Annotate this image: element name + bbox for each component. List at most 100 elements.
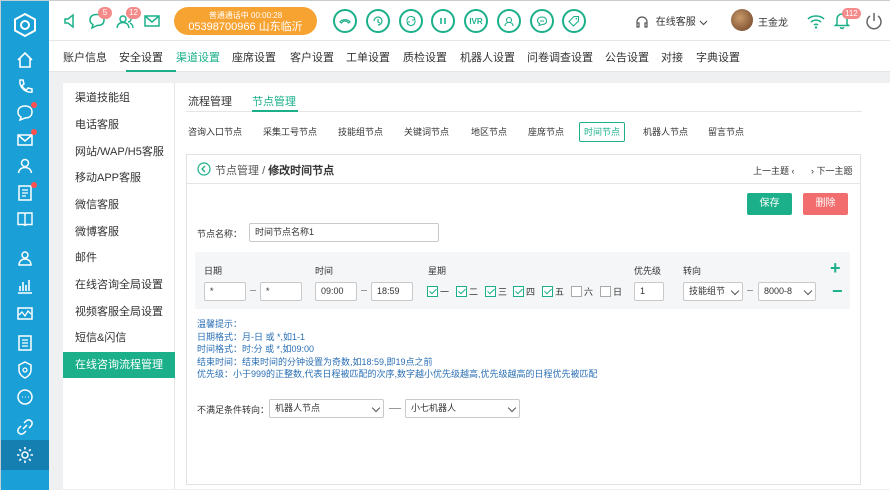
power-icon[interactable]: [864, 11, 884, 31]
call-status-box[interactable]: 普通通话中 00:00:28 05398700966 山东临沂: [174, 7, 317, 35]
weekday-tue[interactable]: 二: [456, 285, 478, 298]
menu-notice[interactable]: 公告设置: [605, 49, 649, 65]
menu-robot[interactable]: 机器人设置: [460, 49, 515, 65]
node-tab-entry[interactable]: 咨询入口节点: [184, 122, 246, 142]
checkbox[interactable]: [571, 286, 582, 297]
transfer-icon[interactable]: [399, 9, 423, 33]
fallback-target-select[interactable]: 小七机器人: [405, 399, 520, 418]
weekday-sun[interactable]: 日: [600, 285, 622, 298]
fallback-type-select[interactable]: 机器人节点: [269, 399, 384, 418]
weekday-wed[interactable]: 三: [485, 285, 507, 298]
sidebar-item-wechat[interactable]: 微信客服: [63, 192, 175, 218]
agent-status-dropdown[interactable]: 在线客服: [635, 13, 708, 29]
date-to-input[interactable]: *: [260, 282, 302, 301]
weekday-fri[interactable]: 五: [542, 285, 564, 298]
checkbox[interactable]: [427, 286, 438, 297]
breadcrumb-parent[interactable]: 节点管理: [215, 165, 259, 177]
next-topic-link[interactable]: › 下一主题: [811, 164, 853, 177]
sidebar-item-skill-group[interactable]: 渠道技能组: [63, 85, 175, 111]
tab-node-management[interactable]: 节点管理: [252, 93, 296, 109]
menu-ticket[interactable]: 工单设置: [346, 49, 390, 65]
route-target-select[interactable]: 8000-8: [758, 282, 816, 301]
checkbox[interactable]: [542, 286, 553, 297]
link-icon[interactable]: [11, 415, 39, 439]
sidebar-item-email[interactable]: 邮件: [63, 245, 175, 271]
node-name-input[interactable]: 时间节点名称1: [249, 223, 439, 242]
back-arrow-icon[interactable]: [197, 162, 211, 176]
checkbox[interactable]: [600, 286, 611, 297]
hexagon-logo[interactable]: [13, 13, 37, 37]
prev-topic-link[interactable]: 上一主题 ‹: [753, 164, 795, 177]
user-name[interactable]: 王金龙: [758, 14, 788, 29]
list-icon[interactable]: [11, 331, 39, 355]
users-icon[interactable]: 12: [113, 7, 141, 33]
monitor-icon[interactable]: [11, 302, 39, 326]
contacts-icon[interactable]: [11, 246, 39, 270]
node-tab-robot[interactable]: 机器人节点: [639, 122, 692, 142]
sidebar-item-online-global[interactable]: 在线咨询全局设置: [63, 272, 175, 298]
node-tab-region[interactable]: 地区节点: [467, 122, 511, 142]
sidebar-item-web[interactable]: 网站/WAP/H5客服: [63, 139, 175, 165]
add-rule-icon[interactable]: +: [830, 259, 841, 277]
notification-bell[interactable]: 112: [832, 8, 861, 32]
mail-icon[interactable]: [140, 9, 164, 33]
checkbox[interactable]: [456, 286, 467, 297]
home-icon[interactable]: [11, 48, 39, 72]
weekday-thu[interactable]: 四: [513, 285, 535, 298]
wifi-icon[interactable]: [806, 11, 826, 31]
node-tab-time[interactable]: 时间节点: [579, 122, 626, 142]
menu-security[interactable]: 安全设置: [119, 49, 163, 65]
sidebar-item-flow[interactable]: 在线咨询流程管理: [63, 352, 175, 378]
chat-icon[interactable]: 5: [85, 7, 112, 33]
tag-icon[interactable]: [562, 9, 586, 33]
sidebar-item-weibo[interactable]: 微博客服: [63, 219, 175, 245]
priority-input[interactable]: 1: [634, 282, 664, 301]
book-icon[interactable]: [11, 207, 39, 231]
sidebar-item-sms[interactable]: 短信&闪信: [63, 325, 175, 351]
node-tab-skill-group[interactable]: 技能组节点: [334, 122, 387, 142]
hold-icon[interactable]: [366, 9, 390, 33]
gear-icon[interactable]: [11, 443, 39, 467]
menu-qa[interactable]: 质检设置: [403, 49, 447, 65]
remove-rule-icon[interactable]: −: [832, 282, 843, 300]
avatar[interactable]: [731, 9, 753, 31]
menu-account[interactable]: 账户信息: [63, 49, 107, 65]
menu-integration[interactable]: 对接: [661, 49, 683, 65]
menu-channel[interactable]: 渠道设置: [176, 49, 220, 65]
phone-icon[interactable]: [11, 75, 39, 99]
chat-icon[interactable]: [11, 101, 39, 125]
weekday-mon[interactable]: 一: [427, 285, 449, 298]
menu-customer[interactable]: 客户设置: [290, 49, 334, 65]
shield-icon[interactable]: [11, 358, 39, 382]
checkbox[interactable]: [485, 286, 496, 297]
tab-flow-management[interactable]: 流程管理: [188, 93, 232, 109]
weekday-sat[interactable]: 六: [571, 285, 593, 298]
doc-icon[interactable]: [11, 181, 39, 205]
pause-icon[interactable]: [431, 9, 455, 33]
hangup-icon[interactable]: [333, 9, 357, 33]
menu-dictionary[interactable]: 字典设置: [696, 49, 740, 65]
mail-icon[interactable]: [11, 128, 39, 152]
ivr-button[interactable]: IVR: [464, 9, 488, 33]
sidebar-item-app[interactable]: 移动APP客服: [63, 165, 175, 191]
users-icon[interactable]: [11, 154, 39, 178]
time-from-input[interactable]: 09:00: [315, 282, 357, 301]
node-tab-keyword[interactable]: 关键词节点: [400, 122, 453, 142]
message-icon[interactable]: [11, 385, 39, 409]
node-tab-seat[interactable]: 座席节点: [524, 122, 568, 142]
checkbox[interactable]: [513, 286, 524, 297]
save-button[interactable]: 保存: [747, 193, 792, 215]
time-to-input[interactable]: 18:59: [371, 282, 413, 301]
chart-icon[interactable]: [11, 274, 39, 298]
consult-icon[interactable]: [497, 9, 521, 33]
node-tab-collect-id[interactable]: 采集工号节点: [259, 122, 321, 142]
message-icon[interactable]: [530, 9, 554, 33]
speaker-icon[interactable]: [59, 9, 83, 33]
menu-survey[interactable]: 问卷调查设置: [527, 49, 593, 65]
route-type-select[interactable]: 技能组节: [683, 282, 743, 301]
delete-button[interactable]: 删除: [803, 193, 848, 215]
menu-seat[interactable]: 座席设置: [232, 49, 276, 65]
node-tab-message[interactable]: 留言节点: [704, 122, 748, 142]
sidebar-item-video-global[interactable]: 视频客服全局设置: [63, 299, 175, 325]
sidebar-item-phone[interactable]: 电话客服: [63, 112, 175, 138]
